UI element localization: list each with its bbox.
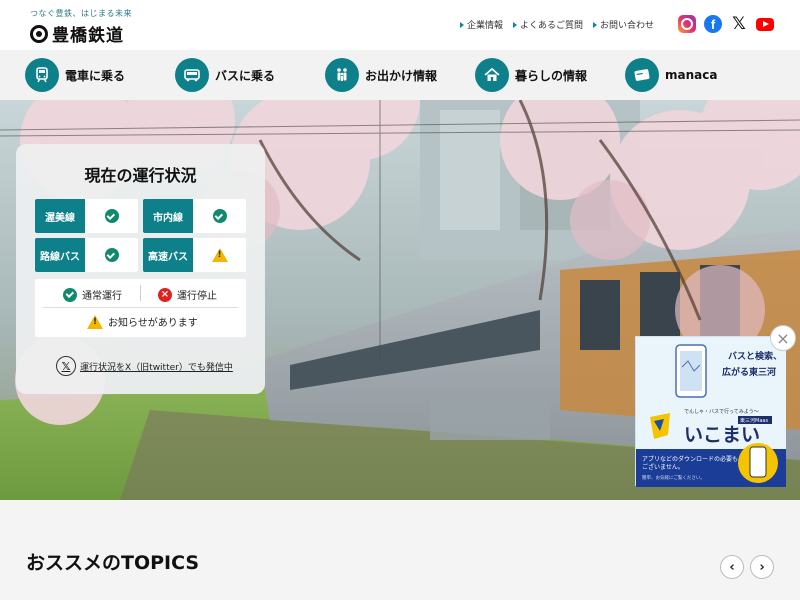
svg-text:バスと検索、: バスと検索、 <box>728 350 782 362</box>
check-icon <box>63 287 77 302</box>
brand-name: 豊橋鉄道 <box>52 26 124 46</box>
util-link-faq[interactable]: よくあるご質問 <box>513 18 583 31</box>
line-name: 路線バス <box>35 238 85 272</box>
ikomai-banner-art: バスと検索、 広がる東三河 でんしゃ・バスで行ってみよう〜 東三河Maas いこ… <box>636 337 786 487</box>
warning-icon <box>211 248 228 262</box>
legend-normal: 通常運行 <box>82 291 122 302</box>
line-status-shinai[interactable]: 市内線 <box>143 199 246 233</box>
nav-label: 電車に乗る <box>65 68 126 83</box>
line-status-highway-bus[interactable]: 高速バス <box>143 238 246 272</box>
logo-mark-icon <box>30 24 48 43</box>
bus-icon <box>175 58 209 92</box>
status-title: 現在の運行状況 <box>84 166 197 185</box>
site-header: つなぐ豊鉄、はじまる未来 豊橋鉄道 企業情報 よくあるご質問 お問い合わせ f … <box>0 0 800 50</box>
main-nav: 電車に乗る バスに乗る お出かけ情報 暮らしの情報 manaca <box>0 50 800 100</box>
x-status-link[interactable]: 𝕏 運行状況をX（旧twitter）でも発信中 <box>56 356 233 376</box>
nav-label: 暮らしの情報 <box>515 68 588 83</box>
line-name: 市内線 <box>143 199 193 233</box>
x-icon: 𝕏 <box>56 356 76 376</box>
topics-title: おススメのTOPICS <box>26 552 200 574</box>
svg-text:アプリなどのダウンロードの必要も: アプリなどのダウンロードの必要も <box>642 455 738 463</box>
facebook-icon[interactable]: f <box>704 15 722 33</box>
nav-item-train[interactable]: 電車に乗る <box>25 58 125 92</box>
warning-icon <box>87 314 103 329</box>
page: つなぐ豊鉄、はじまる未来 豊橋鉄道 企業情報 よくあるご質問 お問い合わせ f … <box>0 0 800 600</box>
svg-text:東三河Maas: 東三河Maas <box>740 417 768 424</box>
util-link-company[interactable]: 企業情報 <box>460 18 503 31</box>
nav-label: manaca <box>665 68 718 82</box>
status-legend: 通常運行 × 運行停止 お知らせがあります <box>35 279 246 337</box>
divider <box>43 307 238 308</box>
next-button[interactable]: › <box>750 555 774 579</box>
svg-text:ございません。: ございません。 <box>642 463 684 471</box>
nav-label: お出かけ情報 <box>365 68 438 83</box>
svg-text:でんしゃ・バスで行ってみよう〜: でんしゃ・バスで行ってみよう〜 <box>684 408 759 415</box>
x-link-label: 運行状況をX（旧twitter）でも発信中 <box>80 362 233 373</box>
youtube-icon[interactable] <box>756 17 774 31</box>
chevron-right-icon: › <box>759 559 765 575</box>
svg-text:簡単、お気軽にご覧ください。: 簡単、お気軽にご覧ください。 <box>642 474 705 481</box>
operation-status-panel: 現在の運行状況 渥美線 市内線 路線バス 高速バス 通常運行 <box>16 144 265 394</box>
check-icon <box>212 209 227 223</box>
divider <box>140 285 141 301</box>
nav-label: バスに乗る <box>215 68 276 83</box>
logo[interactable]: つなぐ豊鉄、はじまる未来 豊橋鉄道 <box>30 8 132 46</box>
check-icon <box>104 209 119 223</box>
nav-item-living[interactable]: 暮らしの情報 <box>475 58 587 92</box>
ikomai-banner[interactable]: バスと検索、 広がる東三河 でんしゃ・バスで行ってみよう〜 東三河Maas いこ… <box>635 336 786 487</box>
legend-stopped: 運行停止 <box>177 291 217 302</box>
svg-text:広がる東三河: 広がる東三河 <box>722 366 776 378</box>
triangle-icon <box>513 21 518 28</box>
logo-tagline: つなぐ豊鉄、はじまる未来 <box>30 9 132 18</box>
check-icon <box>104 248 119 262</box>
x-icon[interactable]: 𝕏 <box>730 14 748 34</box>
line-status-route-bus[interactable]: 路線バス <box>35 238 138 272</box>
card-icon <box>625 58 659 92</box>
stop-icon: × <box>158 287 172 302</box>
social-links: f 𝕏 <box>678 14 774 34</box>
legend-notice: お知らせがあります <box>108 318 198 329</box>
train-icon <box>25 58 59 92</box>
line-name: 渥美線 <box>35 199 85 233</box>
chevron-left-icon: ‹ <box>729 559 735 575</box>
nav-item-bus[interactable]: バスに乗る <box>175 58 275 92</box>
prev-button[interactable]: ‹ <box>720 555 744 579</box>
nav-item-manaca[interactable]: manaca <box>625 58 717 92</box>
triangle-icon <box>460 21 464 28</box>
instagram-icon[interactable] <box>678 15 696 33</box>
utility-links: 企業情報 よくあるご質問 お問い合わせ <box>460 18 654 31</box>
topics-section: おススメのTOPICS ‹ › <box>0 500 800 600</box>
line-name: 高速バス <box>143 238 193 272</box>
triangle-icon <box>593 21 598 28</box>
line-status-atsumi[interactable]: 渥美線 <box>35 199 138 233</box>
nav-item-outing[interactable]: お出かけ情報 <box>325 58 437 92</box>
family-icon <box>325 58 359 92</box>
util-link-contact[interactable]: お問い合わせ <box>593 18 654 31</box>
svg-text:いこまい: いこまい <box>684 424 760 446</box>
house-icon <box>475 58 509 92</box>
close-banner-button[interactable]: × <box>770 325 796 351</box>
